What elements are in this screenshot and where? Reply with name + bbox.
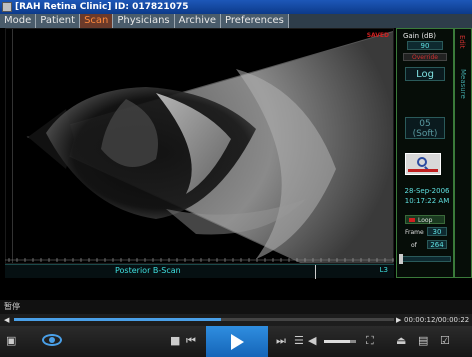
scan-id-label: L3 [379, 266, 388, 274]
tab-preferences[interactable]: Preferences [221, 14, 289, 28]
override-button[interactable]: Override [403, 53, 447, 61]
window-title-bar: [RAH Retina Clinic] ID: 017821075 [0, 0, 472, 14]
edit-tab[interactable]: Edit [458, 35, 466, 49]
player-controls: ▣ ■ ⏮ ⏭ ☰ ◀ ⛶ ⏏ ▤ ☑ [0, 326, 472, 357]
scan-info-bar: Posterior B-Scan L3 [5, 264, 394, 279]
b-scan-image [26, 31, 393, 263]
volume-level [324, 340, 350, 343]
volume-icon[interactable]: ◀ [308, 334, 316, 348]
frame-slider[interactable] [399, 256, 451, 262]
checklist-icon[interactable]: ☑ [440, 334, 450, 348]
seek-back-icon[interactable]: ◀ [4, 316, 9, 324]
tab-physicians[interactable]: Physicians [113, 14, 175, 28]
settings-icon[interactable]: ▣ [6, 334, 16, 348]
time-display: 00:00:12/00:00:22 [404, 316, 470, 324]
app-icon [2, 2, 12, 12]
horizontal-scale [5, 258, 394, 262]
menu-bar: Mode Patient Scan Physicians Archive Pre… [0, 14, 472, 28]
tab-scan[interactable]: Scan [80, 14, 114, 28]
control-panel: Gain (dB) 90 Override Log 05 (Soft) 28-S… [396, 28, 454, 278]
tab-mode[interactable]: Mode [0, 14, 37, 28]
log-button[interactable]: Log [405, 67, 445, 81]
tab-patient[interactable]: Patient [36, 14, 81, 28]
play-icon [231, 334, 244, 350]
frame-slider-thumb[interactable] [399, 254, 403, 264]
seek-forward-icon[interactable]: ▶ [396, 316, 401, 324]
gain-value[interactable]: 90 [407, 41, 443, 50]
tgc-value: 05 [419, 119, 431, 129]
loop-label: Loop [418, 217, 433, 224]
saved-label: SAVED [366, 32, 389, 39]
playlist-icon[interactable]: ☰ [294, 334, 304, 348]
frame-total: 264 [427, 240, 447, 249]
volume-slider[interactable] [324, 340, 356, 343]
stop-icon[interactable]: ■ [170, 334, 180, 348]
play-button[interactable] [206, 326, 268, 357]
measure-tab[interactable]: Measure [459, 69, 467, 99]
frame-label: Frame [405, 229, 424, 236]
scan-type-label: Posterior B-Scan [115, 266, 181, 275]
side-tool-strip: Edit Measure [454, 28, 472, 278]
seek-progress [14, 318, 222, 321]
window-title: [RAH Retina Clinic] ID: 017821075 [15, 2, 189, 12]
tgc-mode: (Soft) [412, 129, 438, 139]
eye-icon[interactable] [42, 334, 62, 346]
player-status: 暂停 [0, 300, 472, 314]
scan-date: 28-Sep-2006 [404, 187, 450, 195]
ultrasound-viewport[interactable]: SAVED [5, 28, 394, 264]
loop-indicator-icon [409, 218, 415, 222]
open-file-icon[interactable]: ⏏ [396, 334, 406, 348]
playlist-toggle-icon[interactable]: ▤ [418, 334, 428, 348]
fullscreen-icon[interactable]: ⛶ [366, 334, 374, 348]
next-icon[interactable]: ⏭ [276, 334, 286, 348]
tab-archive[interactable]: Archive [174, 14, 222, 28]
seek-bar-row: ◀ ▶ 00:00:12/00:00:22 [0, 314, 472, 326]
loop-toggle[interactable]: Loop [405, 215, 445, 224]
zoom-button[interactable] [405, 153, 441, 175]
frame-cursor[interactable] [315, 265, 316, 279]
scan-time: 10:17:22 AM [404, 197, 450, 205]
gain-title: Gain (dB) [403, 32, 437, 40]
tgc-setting[interactable]: 05 (Soft) [405, 117, 445, 139]
seek-bar[interactable] [14, 318, 394, 321]
of-label: of [411, 242, 417, 249]
previous-icon[interactable]: ⏮ [186, 334, 196, 348]
depth-scale [6, 29, 13, 263]
frame-number-field[interactable]: 30 [427, 227, 447, 236]
